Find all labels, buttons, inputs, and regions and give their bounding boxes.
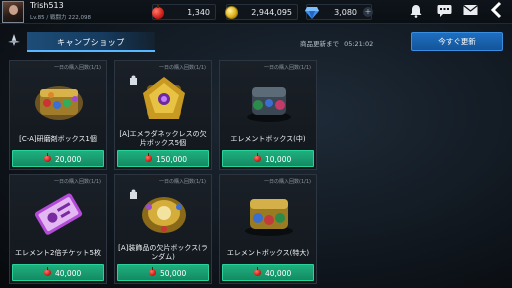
gold-amount: 2,944,095 (251, 8, 292, 17)
tab-camp-shop[interactable]: キャンプショップ (27, 32, 155, 52)
shop-item-card[interactable]: 一日の購入回数(1/1) [A]装飾品の欠片ボックス(ランダム) 50,000 (114, 174, 212, 284)
item-name: エレメント2倍チケット5枚 (15, 248, 101, 257)
refresh-timer: 商品更新まで 05:21:02 (300, 38, 373, 48)
purchase-limit: 一日の購入回数(1/1) (264, 179, 311, 185)
item-price: 40,000 (55, 269, 82, 278)
apple-icon (150, 4, 166, 20)
purchase-limit: 一日の購入回数(1/1) (54, 179, 101, 185)
player-avatar[interactable] (2, 1, 24, 23)
add-gem-button[interactable]: + (363, 7, 373, 17)
item-price: 50,000 (160, 269, 187, 278)
bell-icon[interactable] (408, 4, 424, 20)
item-price: 150,000 (156, 155, 188, 164)
shop-item-card[interactable]: 一日の購入回数(1/1) [C-A]研磨剤ボックス1個 20,000 (9, 60, 107, 170)
apple-icon (44, 267, 51, 276)
purchase-limit: 一日の購入回数(1/1) (159, 65, 206, 71)
accessory-box-icon (142, 197, 186, 233)
item-price: 40,000 (265, 269, 292, 278)
refresh-now-button[interactable]: 今すぐ更新 (411, 32, 503, 51)
item-name: [C-A]研磨剤ボックス1個 (19, 134, 97, 143)
polish-box-icon (35, 86, 83, 120)
item-price: 20,000 (55, 155, 82, 164)
shop-item-card[interactable]: 一日の購入回数(1/1) [A]エメラダネックレスの欠片ボックス5個 150,0… (114, 60, 212, 170)
buy-button[interactable]: 150,000 (117, 150, 209, 167)
apple-icon (254, 153, 261, 162)
item-name: エレメントボックス(特大) (226, 248, 310, 257)
apple-icon (149, 267, 156, 276)
apple-icon (145, 153, 152, 162)
shop-item-card[interactable]: 一日の購入回数(1/1) エレメント2倍チケット5枚 40,000 (9, 174, 107, 284)
item-name: [A]装飾品の欠片ボックス(ランダム) (118, 244, 208, 261)
buy-button[interactable]: 20,000 (12, 150, 104, 167)
item-name: [A]エメラダネックレスの欠片ボックス5個 (119, 130, 207, 147)
element-box-icon (247, 87, 291, 122)
apple-icon (44, 153, 51, 162)
camp-emblem-icon (6, 33, 22, 49)
refresh-timer-value: 05:21:02 (344, 40, 374, 48)
player-level-power: Lv.85 / 戦闘力 222,098 (30, 15, 91, 21)
shop-item-card[interactable]: 一日の購入回数(1/1) エレメントボックス(中) 10,000 (219, 60, 317, 170)
apple-icon (254, 267, 261, 276)
gold-coin-icon (224, 4, 240, 20)
gem-amount: 3,080 (334, 8, 357, 17)
buy-button[interactable]: 50,000 (117, 264, 209, 281)
tab-camp-shop-label: キャンプショップ (57, 38, 125, 47)
buy-button[interactable]: 10,000 (222, 150, 314, 167)
apple-currency: 1,340 (152, 4, 216, 20)
item-name: エレメントボックス(中) (230, 134, 306, 143)
element-large-box-icon (245, 199, 293, 236)
item-price: 10,000 (265, 155, 292, 164)
back-arrow-icon[interactable] (486, 1, 508, 23)
element-ticket-icon (34, 193, 83, 235)
shop-item-card[interactable]: 一日の購入回数(1/1) エレメントボックス(特大) 40,000 (219, 174, 317, 284)
buy-button[interactable]: 40,000 (12, 264, 104, 281)
purchase-limit: 一日の購入回数(1/1) (159, 179, 206, 185)
buy-button[interactable]: 40,000 (222, 264, 314, 281)
gem-icon (304, 4, 320, 20)
gem-currency: 3,080 + (304, 4, 373, 20)
purchase-limit: 一日の購入回数(1/1) (54, 65, 101, 71)
player-name: Trish513 (30, 1, 64, 10)
chat-icon[interactable] (436, 4, 452, 20)
necklace-box-icon (143, 77, 185, 119)
apple-amount: 1,340 (187, 8, 210, 17)
refresh-timer-label: 商品更新まで (300, 40, 339, 48)
top-bar: Trish513 Lv.85 / 戦闘力 222,098 1,340 2,944… (0, 0, 512, 24)
mail-icon[interactable] (462, 4, 478, 20)
gold-currency: 2,944,095 (224, 4, 298, 20)
purchase-limit: 一日の購入回数(1/1) (264, 65, 311, 71)
